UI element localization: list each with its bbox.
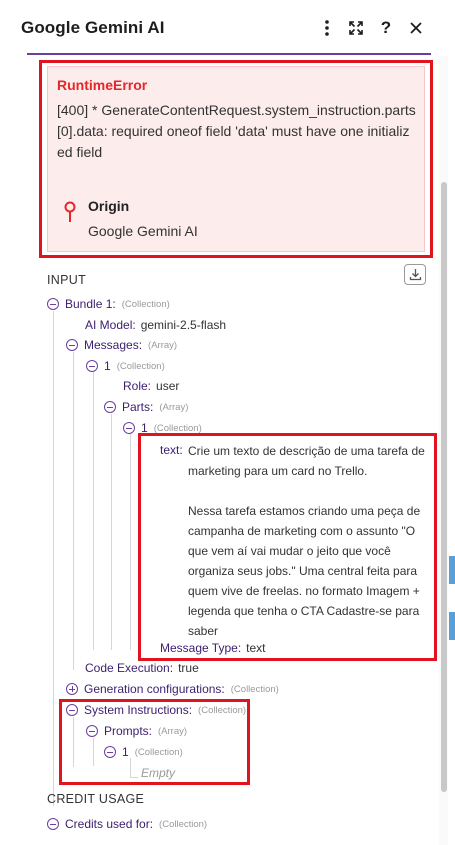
collapse-icon[interactable] bbox=[123, 422, 135, 434]
collapse-icon[interactable] bbox=[86, 725, 98, 737]
tree-row-message-type: Message Type: text bbox=[160, 641, 266, 655]
tree-guide bbox=[111, 414, 112, 650]
input-section-label: INPUT bbox=[47, 273, 86, 287]
tree-guide bbox=[130, 434, 131, 650]
tree-row-prompt-1[interactable]: 1 (Collection) bbox=[104, 744, 183, 760]
tree-row-message-1[interactable]: 1 (Collection) bbox=[86, 358, 165, 374]
help-icon[interactable]: ? bbox=[375, 16, 397, 40]
tree-row-messages[interactable]: Messages: (Array) bbox=[66, 337, 177, 353]
expand-icon[interactable] bbox=[345, 16, 367, 40]
collapse-icon[interactable] bbox=[47, 818, 59, 830]
tree-guide bbox=[93, 372, 94, 650]
header-divider bbox=[27, 53, 431, 55]
background-edge bbox=[449, 612, 455, 640]
download-button[interactable] bbox=[404, 264, 426, 285]
collapse-icon[interactable] bbox=[104, 401, 116, 413]
error-title: RuntimeError bbox=[57, 77, 148, 93]
tree-row-role: Role: user bbox=[123, 379, 180, 393]
scrollbar-thumb[interactable] bbox=[441, 182, 447, 792]
pin-icon bbox=[63, 201, 77, 223]
origin-value: Google Gemini AI bbox=[88, 223, 198, 239]
tree-row-parts[interactable]: Parts: (Array) bbox=[104, 399, 188, 415]
tree-row-credits[interactable]: Credits used for: (Collection) bbox=[47, 816, 207, 832]
tree-row-ai-model: AI Model: gemini-2.5-flash bbox=[85, 318, 227, 332]
collapse-icon[interactable] bbox=[47, 298, 59, 310]
close-icon[interactable] bbox=[405, 16, 427, 40]
more-options-icon[interactable] bbox=[316, 16, 338, 40]
tree-row-code-execution: Code Execution: true bbox=[85, 661, 199, 675]
tree-guide bbox=[53, 311, 54, 806]
text-value: Crie um texto de descrição de uma tarefa… bbox=[188, 444, 425, 638]
tree-row-system-instructions[interactable]: System Instructions: (Collection) bbox=[66, 702, 246, 718]
error-message: [400] * GenerateContentRequest.system_in… bbox=[57, 102, 416, 160]
tree-row-bundle[interactable]: Bundle 1: (Collection) bbox=[47, 296, 170, 312]
background-edge bbox=[449, 556, 455, 584]
tree-guide bbox=[73, 352, 74, 670]
tree-row-prompts[interactable]: Prompts: (Array) bbox=[86, 723, 187, 739]
tree-row-generation-configurations[interactable]: Generation configurations: (Collection) bbox=[66, 681, 279, 697]
empty-value: Empty bbox=[141, 766, 176, 780]
credit-usage-section-label: CREDIT USAGE bbox=[47, 792, 145, 806]
collapse-icon[interactable] bbox=[104, 746, 116, 758]
tree-row-text-key: text: bbox=[160, 443, 183, 457]
origin-label: Origin bbox=[88, 198, 130, 214]
panel-header: Google Gemini AI ? bbox=[0, 0, 455, 56]
collapse-icon[interactable] bbox=[66, 704, 78, 716]
expand-icon[interactable] bbox=[66, 683, 78, 695]
collapse-icon[interactable] bbox=[66, 339, 78, 351]
download-icon bbox=[409, 269, 421, 281]
panel-title: Google Gemini AI bbox=[21, 18, 165, 37]
collapse-icon[interactable] bbox=[86, 360, 98, 372]
